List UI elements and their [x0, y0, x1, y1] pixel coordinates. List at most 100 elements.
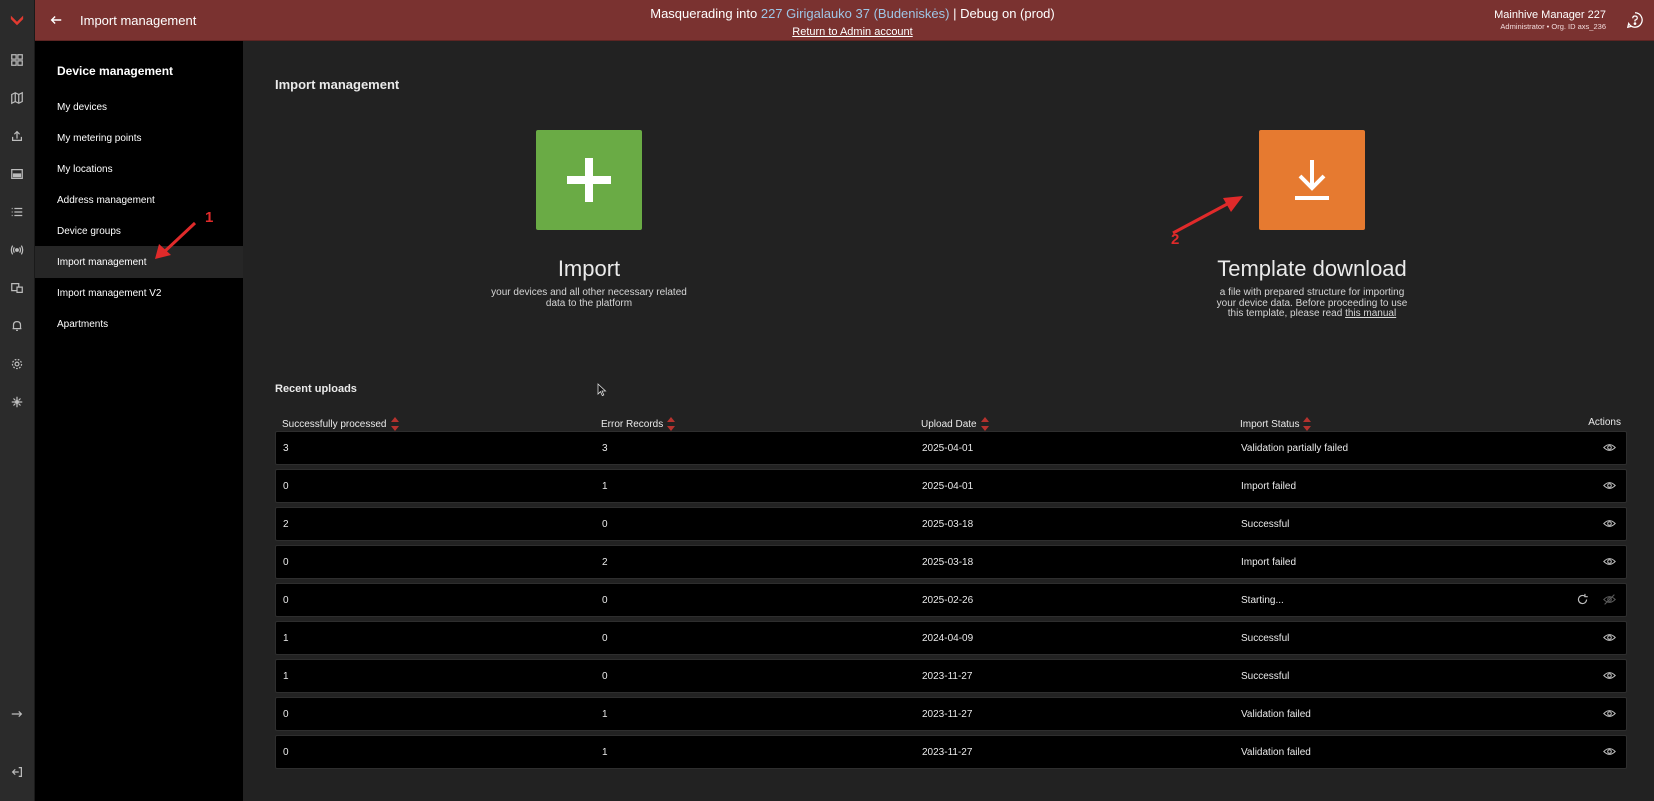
- cell-upload-date: 2023-11-27: [922, 709, 973, 720]
- view-icon[interactable]: [1603, 669, 1616, 685]
- column-header-errors[interactable]: Error Records: [601, 417, 676, 431]
- cell-errors: 1: [602, 747, 608, 758]
- bell-icon[interactable]: [7, 316, 27, 336]
- integrations-icon[interactable]: [7, 392, 27, 412]
- column-header-import-status[interactable]: Import Status: [1240, 417, 1312, 431]
- sort-icon[interactable]: [667, 417, 676, 431]
- devices-icon[interactable]: [7, 278, 27, 298]
- cell-upload-date: 2023-11-27: [922, 747, 973, 758]
- cell-import-status: Successful: [1241, 671, 1290, 682]
- list-icon[interactable]: [7, 202, 27, 222]
- annotation-label-2: 2: [1171, 231, 1180, 248]
- dashboard-icon[interactable]: [7, 50, 27, 70]
- cell-import-status: Successful: [1241, 633, 1290, 644]
- upload-icon[interactable]: [7, 126, 27, 146]
- sidebar-item-my-metering-points[interactable]: My metering points: [35, 122, 243, 154]
- cell-errors: 0: [602, 595, 608, 606]
- template-download-description: a file with prepared structure for impor…: [1216, 287, 1408, 319]
- row-actions: [1603, 669, 1616, 685]
- cell-processed: 1: [283, 671, 289, 682]
- column-header-processed[interactable]: Successfully processed: [282, 417, 400, 431]
- column-header-upload-date[interactable]: Upload Date: [921, 417, 990, 431]
- cell-processed: 0: [283, 595, 289, 606]
- user-info[interactable]: Mainhive Manager 227 Administrator • Org…: [1494, 9, 1606, 32]
- expand-icon[interactable]: [7, 704, 27, 724]
- page-title: Import management: [80, 13, 197, 28]
- annotation-label-1: 1: [205, 209, 214, 226]
- back-arrow-icon[interactable]: [45, 9, 67, 31]
- cell-upload-date: 2025-02-26: [922, 595, 974, 606]
- cell-processed: 2: [283, 519, 289, 530]
- row-actions: [1603, 555, 1616, 571]
- view-icon[interactable]: [1603, 745, 1616, 761]
- cell-errors: 0: [602, 633, 608, 644]
- sidebar-item-my-locations[interactable]: My locations: [35, 153, 243, 185]
- antenna-icon[interactable]: [7, 240, 27, 260]
- return-to-admin-link[interactable]: Return to Admin account: [535, 24, 1170, 40]
- sort-icon[interactable]: [1303, 417, 1312, 431]
- eye-off-icon: [1603, 593, 1616, 609]
- cell-import-status: Validation failed: [1241, 709, 1311, 720]
- import-title: Import: [557, 256, 621, 281]
- masquerade-banner: Masquerading into 227 Girigalauko 37 (Bu…: [535, 6, 1170, 40]
- refresh-icon[interactable]: [1576, 593, 1589, 609]
- view-icon[interactable]: [1603, 631, 1616, 647]
- main-heading: Import management: [275, 77, 400, 92]
- table-row[interactable]: 3 3 2025-04-01 Validation partially failed: [275, 431, 1627, 465]
- map-icon[interactable]: [7, 88, 27, 108]
- cell-import-status: Starting...: [1241, 595, 1284, 606]
- table-row[interactable]: 1 0 2024-04-09 Successful: [275, 621, 1627, 655]
- row-actions: [1603, 479, 1616, 495]
- recent-uploads-heading: Recent uploads: [275, 383, 357, 395]
- gear-icon[interactable]: [7, 354, 27, 374]
- row-actions: [1603, 631, 1616, 647]
- view-icon[interactable]: [1603, 555, 1616, 571]
- help-icon[interactable]: [1626, 11, 1646, 31]
- row-actions: [1603, 707, 1616, 723]
- cell-upload-date: 2024-04-09: [922, 633, 974, 644]
- user-role: Administrator • Org. ID axs_236: [1500, 22, 1606, 31]
- logout-icon[interactable]: [7, 762, 27, 782]
- view-icon[interactable]: [1603, 441, 1616, 457]
- cell-import-status: Import failed: [1241, 481, 1297, 492]
- card-icon[interactable]: [7, 164, 27, 184]
- row-actions: [1603, 441, 1616, 457]
- view-icon[interactable]: [1603, 517, 1616, 533]
- cell-upload-date: 2025-03-18: [922, 557, 974, 568]
- import-description: your devices and all other necessary rel…: [491, 287, 687, 309]
- cell-errors: 0: [602, 671, 608, 682]
- sidebar-item-import-management[interactable]: Import management: [35, 246, 243, 278]
- cell-processed: 3: [283, 443, 289, 454]
- cell-upload-date: 2023-11-27: [922, 671, 973, 682]
- table-row[interactable]: 0 2 2025-03-18 Import failed: [275, 545, 1627, 579]
- table-row[interactable]: 0 0 2025-02-26 Starting...: [275, 583, 1627, 617]
- cell-errors: 0: [602, 519, 608, 530]
- template-download-title: Template download: [1217, 256, 1407, 281]
- table-row[interactable]: 2 0 2025-03-18 Successful: [275, 507, 1627, 541]
- sidebar-item-import-management-v2[interactable]: Import management V2: [35, 277, 243, 309]
- table-row[interactable]: 0 1 2025-04-01 Import failed: [275, 469, 1627, 503]
- cell-upload-date: 2025-04-01: [922, 481, 974, 492]
- sort-icon[interactable]: [390, 417, 400, 431]
- view-icon[interactable]: [1603, 707, 1616, 723]
- manual-link[interactable]: this manual: [1345, 308, 1396, 319]
- logo-icon[interactable]: [7, 10, 27, 30]
- sidebar-heading: Device management: [57, 64, 174, 78]
- template-download-button[interactable]: [1259, 130, 1365, 230]
- cell-import-status: Validation failed: [1241, 747, 1311, 758]
- cell-upload-date: 2025-03-18: [922, 519, 974, 530]
- plus-icon: [567, 158, 611, 202]
- sort-icon[interactable]: [980, 417, 990, 431]
- sidebar-item-my-devices[interactable]: My devices: [35, 91, 243, 123]
- cell-errors: 3: [602, 443, 608, 454]
- view-icon[interactable]: [1603, 479, 1616, 495]
- import-button[interactable]: [536, 130, 642, 230]
- row-actions: [1603, 517, 1616, 533]
- sidebar-item-apartments[interactable]: Apartments: [35, 308, 243, 340]
- cell-processed: 1: [283, 633, 289, 644]
- table-row[interactable]: 0 1 2023-11-27 Validation failed: [275, 735, 1627, 769]
- table-row[interactable]: 0 1 2023-11-27 Validation failed: [275, 697, 1627, 731]
- icon-rail: [0, 0, 35, 801]
- cell-errors: 1: [602, 709, 608, 720]
- table-row[interactable]: 1 0 2023-11-27 Successful: [275, 659, 1627, 693]
